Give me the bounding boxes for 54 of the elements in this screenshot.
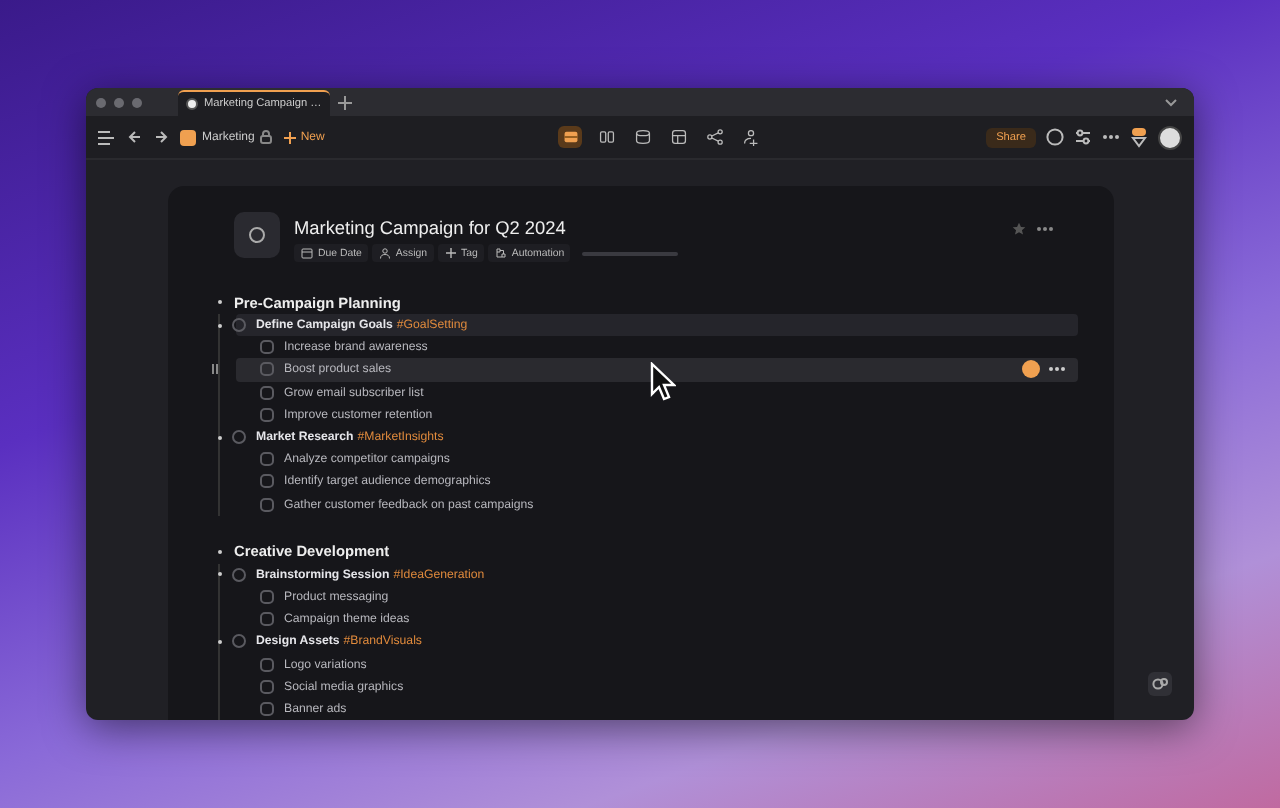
- chevron-down-icon[interactable]: [1164, 97, 1178, 107]
- forward-icon[interactable]: [154, 130, 168, 144]
- checkbox[interactable]: [260, 407, 274, 422]
- checkbox[interactable]: [260, 589, 274, 604]
- page-icon: [186, 98, 198, 110]
- view-tab[interactable]: [594, 126, 618, 148]
- checkbox[interactable]: [260, 474, 274, 489]
- more-icon[interactable]: [1102, 134, 1120, 140]
- lock-icon: [260, 130, 273, 144]
- view-tab[interactable]: [666, 126, 690, 148]
- plus-icon: [443, 246, 457, 260]
- notification-icon[interactable]: [1130, 127, 1148, 147]
- checkbox[interactable]: [260, 362, 274, 377]
- board-view-icon: [561, 128, 579, 146]
- assignee-avatar[interactable]: [1022, 360, 1040, 379]
- checkbox[interactable]: [232, 318, 246, 333]
- checkbox[interactable]: [260, 701, 274, 716]
- people-icon: [741, 128, 759, 146]
- automation-icon: [493, 246, 508, 260]
- view-tab[interactable]: [558, 126, 582, 148]
- chat-icon[interactable]: [1148, 672, 1172, 696]
- share-icon: [705, 128, 723, 146]
- columns-icon: [597, 128, 615, 146]
- checkbox[interactable]: [232, 430, 246, 445]
- document-title: Marketing Campaign for Q2 2024: [294, 218, 568, 238]
- plus-icon: [284, 131, 297, 143]
- table-icon: [669, 128, 687, 146]
- avatar[interactable]: [1158, 125, 1182, 149]
- person-icon: [377, 246, 392, 260]
- checkbox[interactable]: [232, 634, 246, 649]
- new-tab-icon[interactable]: [337, 95, 352, 109]
- checkbox[interactable]: [260, 657, 274, 672]
- checkbox[interactable]: [260, 679, 274, 694]
- checkbox[interactable]: [260, 340, 274, 355]
- view-tab[interactable]: [738, 126, 762, 148]
- checkbox[interactable]: [260, 497, 274, 512]
- more-icon[interactable]: [1048, 366, 1066, 373]
- more-icon[interactable]: [1036, 226, 1054, 232]
- calendar-icon: [300, 246, 314, 260]
- checkbox[interactable]: [260, 385, 274, 400]
- view-tab[interactable]: [702, 126, 726, 148]
- checkbox[interactable]: [232, 567, 246, 582]
- view-tab[interactable]: [630, 126, 654, 148]
- back-icon[interactable]: [128, 130, 142, 144]
- drag-handle-icon[interactable]: [212, 364, 218, 375]
- workspace-icon: [180, 129, 196, 145]
- checkbox[interactable]: [260, 452, 274, 467]
- pointer-icon: [650, 362, 676, 402]
- star-icon[interactable]: [1012, 222, 1026, 236]
- database-icon: [633, 128, 651, 146]
- menu-icon[interactable]: [98, 129, 116, 145]
- document-icon[interactable]: [234, 212, 280, 258]
- sliders-icon[interactable]: [1074, 128, 1092, 146]
- checkbox[interactable]: [260, 612, 274, 627]
